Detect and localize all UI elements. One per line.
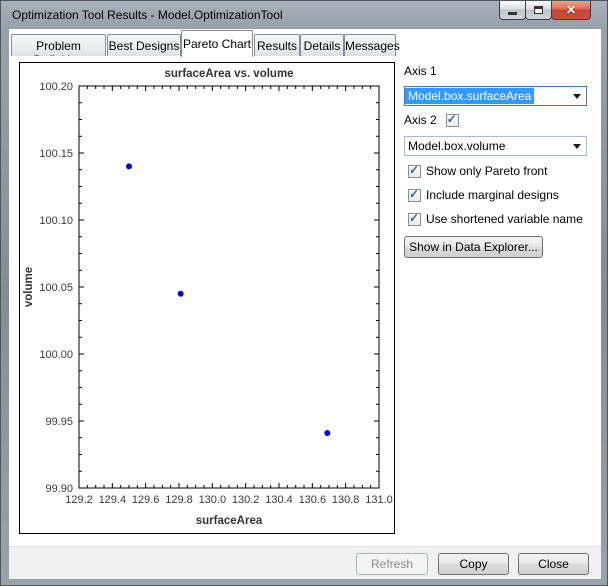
refresh-button[interactable]: Refresh: [356, 553, 428, 575]
pareto-chart-panel: 129.2 129.4 129.6 129.8 130.0 130.2 130.4 130.6…: [19, 62, 395, 534]
use-shortened-variable-name-row: ✓ Use shortened variable name: [408, 212, 583, 226]
copy-button[interactable]: Copy: [438, 553, 509, 575]
axis2-combobox[interactable]: Model.box.volume: [404, 136, 587, 156]
svg-text:130.6: 130.6: [299, 494, 327, 506]
pareto-scatter-chart: 129.2 129.4 129.6 129.8 130.0 130.2 130.4 130.6…: [20, 63, 394, 533]
svg-text:surfaceArea: surfaceArea: [196, 515, 263, 527]
maximize-button[interactable]: [525, 1, 552, 20]
close-dialog-button[interactable]: Close: [518, 553, 589, 575]
axis1-label: Axis 1: [404, 64, 437, 78]
title-bar[interactable]: Optimization Tool Results - Model.Optimi…: [1, 1, 607, 29]
svg-text:130.4: 130.4: [265, 494, 293, 506]
chevron-down-icon[interactable]: [573, 94, 581, 99]
include-marginal-designs-checkbox[interactable]: ✓: [408, 189, 421, 202]
tab-strip: Problem Definition Best Designs Pareto C…: [9, 29, 601, 57]
svg-text:100.15: 100.15: [39, 148, 73, 160]
dialog-window: Optimization Tool Results - Model.Optimi…: [0, 0, 608, 586]
minimize-button[interactable]: [499, 1, 526, 20]
use-shortened-variable-name-checkbox[interactable]: ✓: [408, 213, 421, 226]
svg-text:100.05: 100.05: [39, 282, 73, 294]
tab-results[interactable]: Results: [254, 34, 300, 56]
axis2-selected-value: Model.box.volume: [405, 138, 508, 154]
tab-messages[interactable]: Messages: [344, 34, 396, 56]
check-icon: ✓: [447, 112, 457, 126]
svg-text:surfaceArea vs. volume: surfaceArea vs. volume: [164, 68, 293, 80]
close-icon: ✕: [566, 3, 576, 17]
svg-text:129.4: 129.4: [99, 494, 127, 506]
close-button[interactable]: ✕: [551, 1, 591, 20]
svg-text:99.95: 99.95: [45, 416, 73, 428]
window-title: Optimization Tool Results - Model.Optimi…: [12, 8, 283, 22]
svg-text:100.00: 100.00: [39, 349, 73, 361]
svg-text:100.20: 100.20: [39, 81, 73, 93]
tab-details[interactable]: Details: [300, 34, 344, 56]
minimize-icon: [508, 12, 517, 15]
check-icon: ✓: [409, 163, 419, 177]
svg-text:130.8: 130.8: [332, 494, 360, 506]
axis2-checkbox[interactable]: ✓: [446, 114, 459, 127]
show-only-pareto-front-label: Show only Pareto front: [426, 164, 547, 178]
include-marginal-designs-row: ✓ Include marginal designs: [408, 188, 559, 202]
axis2-label: Axis 2: [404, 113, 437, 127]
tab-problem-definition[interactable]: Problem Definition: [11, 34, 106, 56]
chevron-down-icon[interactable]: [573, 144, 581, 149]
svg-text:129.2: 129.2: [65, 494, 93, 506]
show-only-pareto-front-row: ✓ Show only Pareto front: [408, 164, 547, 178]
check-icon: ✓: [409, 211, 419, 225]
svg-text:129.6: 129.6: [132, 494, 160, 506]
dialog-client-area: Problem Definition Best Designs Pareto C…: [9, 29, 601, 579]
axis1-selected-value: Model.box.surfaceArea: [405, 88, 534, 104]
check-icon: ✓: [409, 187, 419, 201]
tab-pareto-chart[interactable]: Pareto Chart: [181, 30, 253, 57]
show-only-pareto-front-checkbox[interactable]: ✓: [408, 165, 421, 178]
svg-text:130.2: 130.2: [232, 494, 260, 506]
use-shortened-variable-name-label: Use shortened variable name: [426, 212, 583, 226]
svg-text:99.90: 99.90: [45, 483, 73, 495]
pareto-chart-page: 129.2 129.4 129.6 129.8 130.0 130.2 130.4 130.6…: [9, 56, 601, 546]
window-controls: ✕: [500, 1, 591, 20]
svg-text:131.0: 131.0: [365, 494, 393, 506]
svg-text:100.10: 100.10: [39, 215, 73, 227]
svg-text:130.0: 130.0: [199, 494, 227, 506]
axis2-row: Axis 2 ✓: [404, 113, 459, 127]
footer-bar: Refresh Copy Close: [9, 546, 601, 579]
maximize-icon: [534, 6, 543, 14]
svg-text:129.8: 129.8: [165, 494, 193, 506]
svg-text:volume: volume: [23, 267, 35, 307]
tab-best-designs[interactable]: Best Designs: [107, 34, 181, 56]
axis1-combobox[interactable]: Model.box.surfaceArea: [404, 86, 587, 106]
show-in-data-explorer-button[interactable]: Show in Data Explorer...: [404, 236, 543, 258]
include-marginal-designs-label: Include marginal designs: [426, 188, 559, 202]
